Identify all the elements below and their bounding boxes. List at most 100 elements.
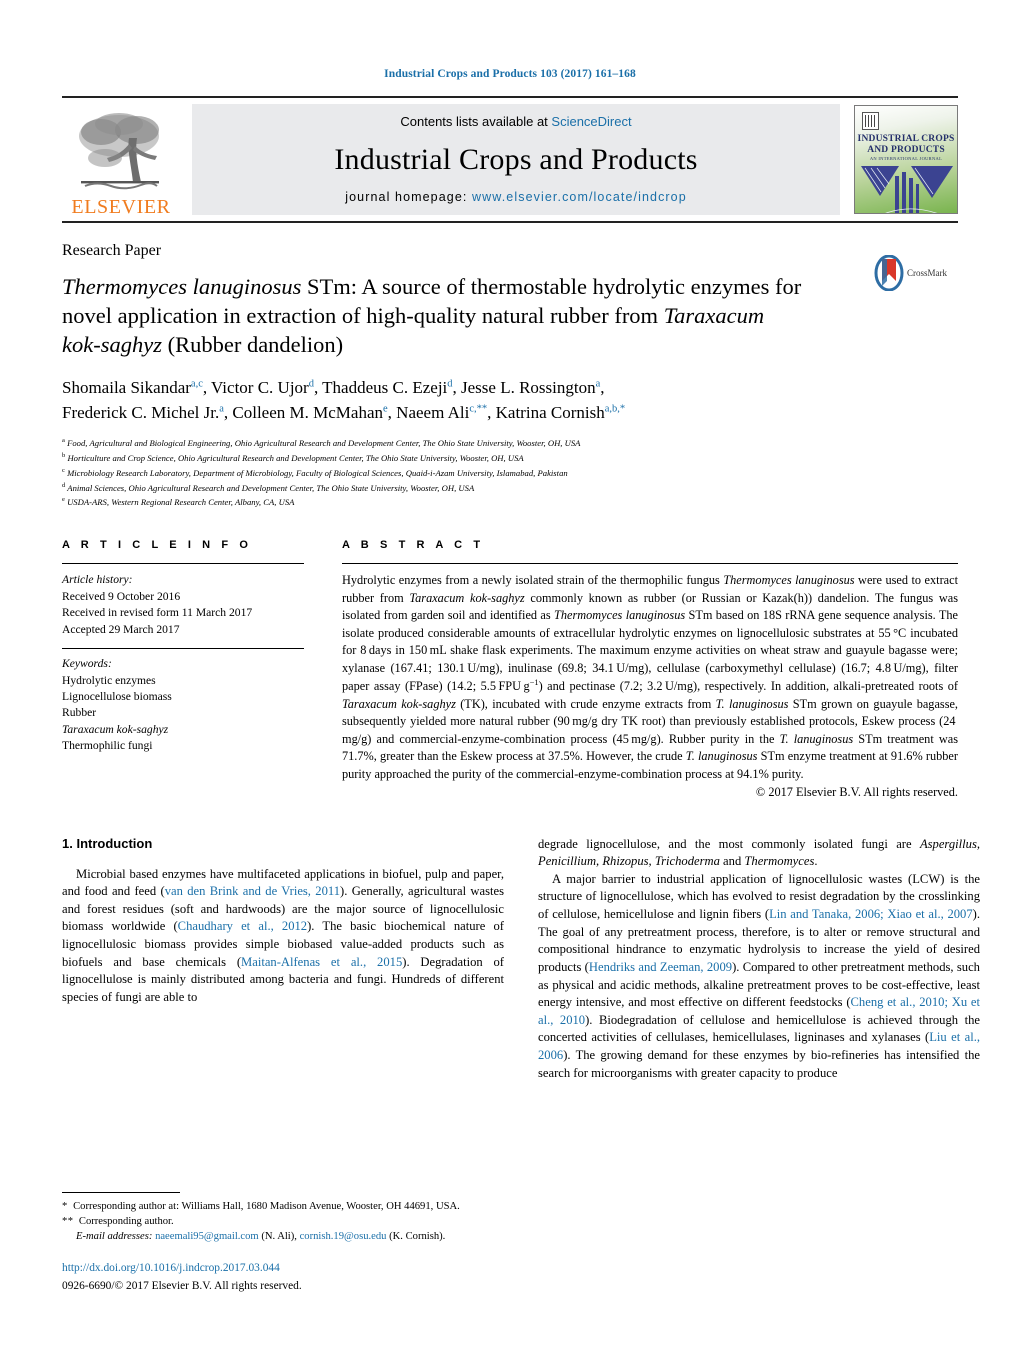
article-header: Research Paper Thermomyces lanuginosus S… bbox=[62, 223, 958, 510]
article-history-item: Accepted 29 March 2017 bbox=[62, 622, 180, 636]
affiliation-marker: e bbox=[62, 496, 65, 504]
abstract-text: Hydrolytic enzymes from a newly isolated… bbox=[342, 573, 959, 781]
keyword-item: Thermophilic fungi bbox=[62, 739, 153, 753]
author-1: Shomaila Sikandar bbox=[62, 378, 191, 398]
footnote-block: * Corresponding author at: Williams Hall… bbox=[62, 1191, 504, 1295]
divider bbox=[62, 563, 304, 565]
cover-artwork bbox=[861, 166, 953, 213]
elsevier-wordmark: ELSEVIER bbox=[71, 196, 171, 218]
footnote-corresponding-2: ** Corresponding author. bbox=[62, 1214, 504, 1229]
citation-link[interactable]: Chaudhary et al., 2012 bbox=[178, 919, 307, 933]
divider bbox=[342, 563, 958, 565]
affiliation-marker: b bbox=[62, 452, 66, 460]
title-species-1: Thermomyces lanuginosus bbox=[62, 274, 302, 299]
citation-link[interactable]: Lin and Tanaka, 2006; Xiao et al., 2007 bbox=[769, 907, 973, 921]
article-history-label: Article history: bbox=[62, 573, 133, 587]
email-link-1[interactable]: naeemali95@gmail.com bbox=[155, 1231, 259, 1242]
footnote-emails: E-mail addresses: naeemali95@gmail.com (… bbox=[62, 1229, 504, 1244]
author-7: , Naeem Ali bbox=[387, 402, 470, 422]
cover-title-line-1: INDUSTRIAL CROPS bbox=[857, 134, 955, 144]
article-type: Research Paper bbox=[62, 242, 162, 259]
sciencedirect-link[interactable]: ScienceDirect bbox=[551, 114, 631, 129]
affiliation-item: a Food, Agricultural and Biological Engi… bbox=[62, 436, 958, 451]
affiliation-text: USDA-ARS, Western Regional Research Cent… bbox=[67, 497, 295, 508]
crossmark-icon bbox=[874, 255, 904, 291]
intro-paragraph-1-cont: degrade lignocellulose, and the most com… bbox=[538, 836, 980, 869]
footnote-text: Corresponding author. bbox=[78, 1216, 174, 1228]
article-info-heading: A R T I C L E I N F O bbox=[62, 539, 252, 552]
page-title: Thermomyces lanuginosus STm: A source of… bbox=[62, 272, 807, 359]
author-2: , Victor C. Ujor bbox=[202, 378, 309, 398]
keyword-item: Taraxacum kok-saghyz bbox=[62, 722, 169, 736]
email-owner-1: (N. Ali), bbox=[261, 1231, 297, 1243]
contents-prefix: Contents lists available at bbox=[400, 114, 552, 129]
keywords-block: Keywords: Hydrolytic enzymes Lignocellul… bbox=[62, 648, 304, 755]
affiliation-text: Food, Agricultural and Biological Engine… bbox=[67, 438, 581, 449]
affiliation-item: e USDA-ARS, Western Regional Research Ce… bbox=[62, 495, 958, 510]
citation-link[interactable]: van den Brink and de Vries, 2011 bbox=[165, 884, 340, 898]
keyword-item: Rubber bbox=[62, 706, 97, 720]
article-info-column: A R T I C L E I N F O Article history: R… bbox=[62, 539, 304, 799]
footnote-marker-double: ** bbox=[62, 1216, 74, 1228]
info-abstract-row: A R T I C L E I N F O Article history: R… bbox=[62, 539, 958, 799]
affiliation-text: Horticulture and Crop Science, Ohio Agri… bbox=[67, 452, 524, 463]
keyword-item: Hydrolytic enzymes bbox=[62, 673, 156, 687]
footnote-text: Corresponding author at: Williams Hall, … bbox=[73, 1200, 460, 1212]
citation-link[interactable]: Liu et al., 2006 bbox=[538, 1030, 980, 1062]
body-columns: 1. Introduction Microbial based enzymes … bbox=[62, 835, 980, 1083]
abstract-heading: A B S T R A C T bbox=[342, 539, 485, 552]
doi-block: http://dx.doi.org/10.1016/j.indcrop.2017… bbox=[62, 1260, 504, 1295]
affiliation-item: b Horticulture and Crop Science, Ohio Ag… bbox=[62, 451, 958, 466]
contents-available-line: Contents lists available at ScienceDirec… bbox=[400, 114, 631, 129]
author-8: , Katrina Cornish bbox=[487, 402, 605, 422]
issn-copyright: 0926-6690/© 2017 Elsevier B.V. All right… bbox=[62, 1280, 302, 1293]
author-6: , Colleen M. McMahan bbox=[223, 402, 383, 422]
keyword-item: Lignocellulose biomass bbox=[62, 689, 172, 703]
homepage-prefix: journal homepage: bbox=[345, 190, 473, 204]
author-1-affil[interactable]: a,c bbox=[191, 378, 203, 389]
affiliation-text: Animal Sciences, Ohio Agricultural Resea… bbox=[67, 482, 475, 493]
intro-paragraph-2: A major barrier to industrial applicatio… bbox=[538, 871, 980, 1080]
cover-publisher-mark-icon bbox=[862, 112, 879, 130]
author-5: Frederick C. Michel Jr. bbox=[62, 402, 220, 422]
elsevier-tree-icon bbox=[79, 113, 159, 190]
abstract-copyright: © 2017 Elsevier B.V. All rights reserved… bbox=[755, 784, 958, 799]
affiliation-item: d Animal Sciences, Ohio Agricultural Res… bbox=[62, 481, 958, 496]
cover-title-line-2: AND PRODUCTS bbox=[867, 145, 945, 155]
author-4-affil[interactable]: a bbox=[596, 378, 601, 389]
footnote-divider bbox=[62, 1191, 180, 1193]
author-7-affil[interactable]: c,** bbox=[469, 403, 487, 414]
homepage-url-link[interactable]: www.elsevier.com/locate/indcrop bbox=[472, 190, 687, 204]
affiliation-text: Microbiology Research Laboratory, Depart… bbox=[67, 467, 568, 478]
affiliation-marker: c bbox=[62, 466, 65, 474]
author-8-affil[interactable]: a,b,* bbox=[605, 403, 625, 414]
journal-masthead: ELSEVIER Contents lists available at Sci… bbox=[62, 96, 958, 223]
doi-link[interactable]: http://dx.doi.org/10.1016/j.indcrop.2017… bbox=[62, 1260, 504, 1277]
elsevier-logo: ELSEVIER bbox=[62, 98, 180, 221]
section-heading-introduction: 1. Introduction bbox=[62, 835, 153, 851]
author-3: , Thaddeus C. Ezeji bbox=[313, 378, 448, 398]
footnote-corresponding-1: * Corresponding author at: Williams Hall… bbox=[62, 1199, 504, 1214]
masthead-center: Contents lists available at ScienceDirec… bbox=[192, 104, 840, 215]
keywords-label: Keywords: bbox=[62, 657, 112, 671]
article-history-item: Received in revised form 11 March 2017 bbox=[62, 606, 253, 620]
crossmark-label: CrossMark bbox=[907, 268, 947, 278]
article-history-item: Received 9 October 2016 bbox=[62, 589, 181, 603]
journal-homepage-line: journal homepage: www.elsevier.com/locat… bbox=[345, 190, 687, 204]
crossmark-badge[interactable]: CrossMark bbox=[874, 255, 958, 291]
title-end: (Rubber dandelion) bbox=[161, 332, 344, 358]
author-4: , Jesse L. Rossington bbox=[452, 378, 596, 398]
intro-paragraph-1: Microbial based enzymes have multifacete… bbox=[62, 866, 505, 1004]
citation-link[interactable]: Maitan-Alfenas et al., 2015 bbox=[241, 955, 402, 969]
citation-link[interactable]: Cheng et al., 2010; Xu et al., 2010 bbox=[538, 995, 980, 1027]
journal-cover-thumbnail: INDUSTRIAL CROPS AND PRODUCTS AN INTERNA… bbox=[854, 105, 958, 214]
affiliation-marker: a bbox=[62, 437, 65, 445]
affiliation-list: a Food, Agricultural and Biological Engi… bbox=[62, 436, 958, 510]
journal-title: Industrial Crops and Products bbox=[334, 142, 698, 176]
cover-title-line-3: AN INTERNATIONAL JOURNAL bbox=[869, 156, 943, 161]
email-owner-2: (K. Cornish). bbox=[389, 1231, 446, 1243]
citation-link[interactable]: Hendriks and Zeeman, 2009 bbox=[589, 960, 732, 974]
email-link-2[interactable]: cornish.19@osu.edu bbox=[300, 1231, 387, 1242]
divider bbox=[62, 648, 304, 650]
affiliation-item: c Microbiology Research Laboratory, Depa… bbox=[62, 466, 958, 481]
